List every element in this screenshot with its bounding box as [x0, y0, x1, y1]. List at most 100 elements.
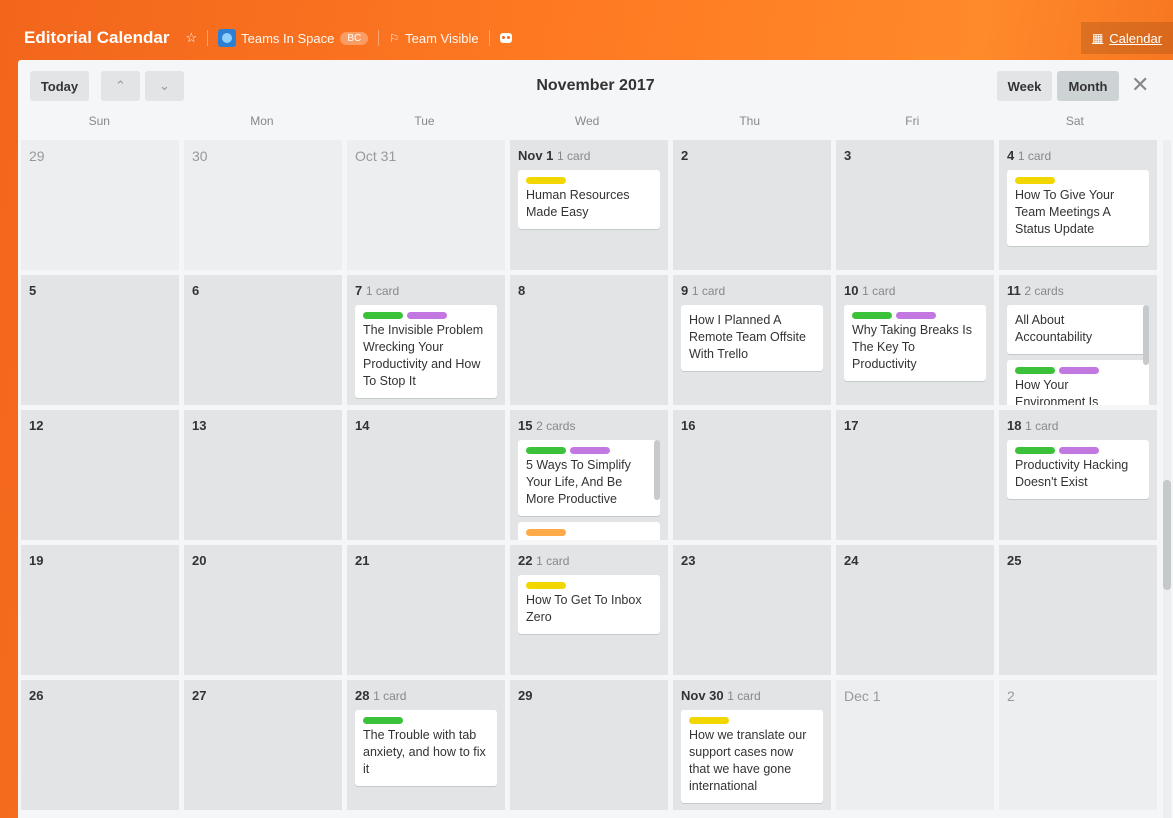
card-count: 1 card — [691, 284, 726, 298]
card[interactable]: Productivity Hacking Doesn't Exist — [1007, 440, 1149, 499]
day-number: 5 — [29, 283, 37, 298]
day-cell[interactable]: 22 1 card How To Get To Inbox Zero — [510, 545, 668, 675]
day-cell[interactable]: 17 — [836, 410, 994, 540]
day-cell[interactable]: Nov 30 1 card How we translate our suppor… — [673, 680, 831, 810]
day-cell[interactable]: 25 — [999, 545, 1157, 675]
day-cell[interactable]: 6 — [184, 275, 342, 405]
day-header: 14 — [355, 418, 497, 433]
close-icon[interactable]: ✕ — [1131, 72, 1149, 98]
day-cell[interactable]: 26 — [21, 680, 179, 810]
day-cell[interactable]: 18 1 card Productivity Hacking Doesn't Ex… — [999, 410, 1157, 540]
team-link[interactable]: Teams In Space BC — [218, 29, 369, 47]
day-cell[interactable]: 19 — [21, 545, 179, 675]
board-title[interactable]: Editorial Calendar — [24, 28, 169, 48]
day-cell[interactable]: 23 — [673, 545, 831, 675]
day-cell[interactable]: 2 — [673, 140, 831, 270]
day-cell[interactable]: 24 — [836, 545, 994, 675]
label-green — [526, 447, 566, 454]
day-cell[interactable]: 13 — [184, 410, 342, 540]
card[interactable]: The Invisible Problem Wrecking Your Prod… — [355, 305, 497, 398]
card[interactable]: Human Resources Made Easy — [518, 170, 660, 229]
day-number: 28 — [355, 688, 370, 703]
cell-scrollbar[interactable] — [654, 440, 660, 500]
day-header: 7 1 card — [355, 283, 497, 298]
card-title: 5 Ways To Simplify Your Life, And Be Mor… — [526, 458, 631, 506]
team-badge: BC — [340, 31, 369, 45]
day-cell[interactable]: 9 1 card How I Planned A Remote Team Offs… — [673, 275, 831, 405]
day-cell[interactable]: 10 1 card Why Taking Breaks Is The Key To… — [836, 275, 994, 405]
day-cell[interactable]: 15 2 cards 5 Ways To Simplify Your Life, … — [510, 410, 668, 540]
day-cell[interactable]: 28 1 card The Trouble with tab anxiety, a… — [347, 680, 505, 810]
day-cell[interactable]: 14 — [347, 410, 505, 540]
card-title: The Trouble with tab anxiety, and how to… — [363, 728, 486, 776]
day-header: 3 — [844, 148, 986, 163]
day-cell[interactable]: 12 — [21, 410, 179, 540]
day-cell[interactable]: Oct 31 — [347, 140, 505, 270]
day-header: 8 — [518, 283, 660, 298]
month-view-button[interactable]: Month — [1057, 71, 1119, 101]
day-number: Nov 30 — [681, 688, 724, 703]
card[interactable]: How To Get To Inbox Zero — [518, 575, 660, 634]
card[interactable]: The Trouble with tab anxiety, and how to… — [355, 710, 497, 786]
card[interactable]: Why Taking Breaks Is The Key To Producti… — [844, 305, 986, 381]
day-number: 8 — [518, 283, 526, 298]
day-cell[interactable]: 16 — [673, 410, 831, 540]
calendar-scrollbar[interactable] — [1163, 140, 1171, 818]
card-count: 1 card — [365, 284, 400, 298]
card[interactable]: How To Give Your Team Meetings A Status … — [1007, 170, 1149, 246]
day-header: 2 — [1007, 688, 1149, 704]
visibility-button[interactable]: ⚐ Team Visible — [389, 31, 478, 46]
day-cell[interactable]: 7 1 card The Invisible Problem Wrecking Y… — [347, 275, 505, 405]
card[interactable] — [518, 522, 660, 540]
day-cell[interactable]: Nov 1 1 card Human Resources Made Easy — [510, 140, 668, 270]
day-cell[interactable]: 27 — [184, 680, 342, 810]
day-cell[interactable]: 8 — [510, 275, 668, 405]
day-cell[interactable]: 2 — [999, 680, 1157, 810]
calendar-power-up-button[interactable]: ▦ Calendar — [1081, 22, 1173, 54]
day-number: 29 — [518, 688, 533, 703]
day-number: 22 — [518, 553, 533, 568]
day-header: 29 — [29, 148, 171, 164]
day-number: 17 — [844, 418, 859, 433]
star-icon[interactable]: ☆ — [185, 30, 197, 46]
card-title: Human Resources Made Easy — [526, 188, 630, 219]
day-header: 23 — [681, 553, 823, 568]
day-cell[interactable]: 30 — [184, 140, 342, 270]
scrollbar-thumb[interactable] — [1163, 480, 1171, 590]
day-cell[interactable]: 11 2 cards All About Accountability How Yo… — [999, 275, 1157, 405]
day-cell[interactable]: 29 — [510, 680, 668, 810]
day-cell[interactable]: 3 — [836, 140, 994, 270]
day-number: 19 — [29, 553, 44, 568]
day-cell[interactable]: 20 — [184, 545, 342, 675]
label-green — [852, 312, 892, 319]
cell-scrollbar[interactable] — [1143, 305, 1149, 365]
week-view-button[interactable]: Week — [997, 71, 1052, 101]
card[interactable]: 5 Ways To Simplify Your Life, And Be Mor… — [518, 440, 660, 516]
day-cell[interactable]: 4 1 card How To Give Your Team Meetings A… — [999, 140, 1157, 270]
day-header: 11 2 cards — [1007, 283, 1149, 298]
day-cell[interactable]: 29 — [21, 140, 179, 270]
day-header: 19 — [29, 553, 171, 568]
day-cell[interactable]: Dec 1 — [836, 680, 994, 810]
day-cell[interactable]: 21 — [347, 545, 505, 675]
day-cell[interactable]: 5 — [21, 275, 179, 405]
day-header: 6 — [192, 283, 334, 298]
divider — [488, 30, 490, 46]
card[interactable]: All About Accountability — [1007, 305, 1149, 354]
card[interactable]: How Your Environment Is — [1007, 360, 1149, 405]
calendar-panel: Today ⌃ ⌄ November 2017 Week Month ✕ Sun… — [18, 60, 1173, 818]
visibility-label: Team Visible — [405, 30, 479, 46]
card-title: Why Taking Breaks Is The Key To Producti… — [852, 323, 972, 371]
day-number: 4 — [1007, 148, 1015, 163]
day-header: 10 1 card — [844, 283, 986, 298]
day-number: 11 — [1007, 283, 1021, 298]
day-header: Dec 1 — [844, 688, 986, 704]
weekday-label: Thu — [739, 114, 761, 128]
butler-bot-icon[interactable] — [499, 33, 512, 43]
card[interactable]: How I Planned A Remote Team Offsite With… — [681, 305, 823, 371]
weekday-label: Wed — [574, 114, 600, 128]
card[interactable]: How we translate our support cases now t… — [681, 710, 823, 803]
day-number: 25 — [1007, 553, 1022, 568]
day-number: 21 — [355, 553, 370, 568]
day-header: 4 1 card — [1007, 148, 1149, 163]
